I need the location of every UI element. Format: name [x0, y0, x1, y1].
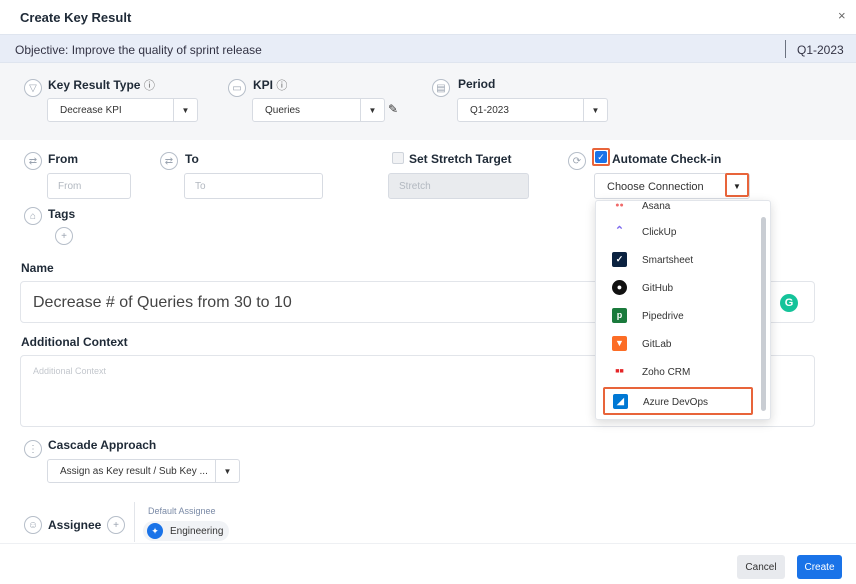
add-assignee-button[interactable]: +: [107, 516, 125, 534]
default-assignee-label: Default Assignee: [148, 506, 216, 516]
context-label: Additional Context: [21, 335, 128, 349]
smartsheet-icon: ✓: [612, 252, 627, 267]
cascade-icon: ⋮: [24, 440, 42, 458]
connection-item-smartsheet[interactable]: ✓ Smartsheet: [596, 247, 764, 273]
automate-label: Automate Check-in: [612, 152, 722, 166]
cancel-button[interactable]: Cancel: [737, 555, 785, 579]
create-button[interactable]: Create: [797, 555, 842, 579]
to-input[interactable]: To: [184, 173, 323, 199]
key-result-type-label: Key Result Type ⓘ: [48, 78, 155, 92]
info-icon: ⓘ: [143, 80, 155, 92]
period-calendar-icon: ▤: [432, 79, 450, 97]
stretch-input: Stretch: [388, 173, 529, 199]
cascade-select[interactable]: Assign as Key result / Sub Key ... ▼: [47, 459, 240, 483]
connection-item-asana[interactable]: ●● Asana: [596, 201, 764, 219]
automate-checkbox[interactable]: ✓: [595, 151, 607, 163]
divider: [785, 40, 786, 58]
connection-item-gitlab[interactable]: ▼ GitLab: [596, 331, 764, 357]
name-label: Name: [21, 261, 54, 275]
clickup-icon: ⌃: [612, 224, 627, 239]
period-label: Period: [458, 77, 496, 91]
assignee-value: Engineering: [170, 526, 224, 537]
azure-devops-icon: ◢: [613, 394, 628, 409]
github-icon: ●: [612, 280, 627, 295]
assignee-chip[interactable]: ✦ Engineering: [143, 521, 229, 541]
pipedrive-icon: p: [612, 308, 627, 323]
objective-quarter: Q1-2023: [797, 43, 844, 57]
dialog-footer: [0, 543, 856, 584]
info-icon: ⓘ: [276, 80, 288, 92]
chevron-down-icon: ▼: [215, 460, 239, 482]
dialog-title: Create Key Result: [20, 10, 132, 25]
objective-label: Objective: Improve the quality of sprint…: [15, 43, 262, 57]
kpi-icon: ▭: [228, 79, 246, 97]
context-placeholder: Additional Context: [33, 366, 107, 376]
key-result-type-icon: ▽: [24, 79, 42, 97]
add-tag-button[interactable]: +: [55, 227, 73, 245]
period-select[interactable]: Q1-2023 ▼: [457, 98, 608, 122]
tag-icon: ⌂: [24, 207, 42, 225]
asana-icon: ●●: [612, 201, 627, 213]
to-label: To: [185, 152, 199, 166]
automate-icon: ⟳: [568, 152, 586, 170]
stretch-checkbox[interactable]: [392, 152, 404, 164]
wrench-icon: ✦: [147, 523, 163, 539]
edit-pencil-icon[interactable]: ✎: [388, 102, 398, 116]
chevron-down-icon: ▼: [360, 99, 384, 121]
connection-item-clickup[interactable]: ⌃ ClickUp: [596, 219, 764, 245]
connection-item-zoho[interactable]: ■■ Zoho CRM: [596, 359, 764, 385]
connection-item-azure-devops[interactable]: ◢ Azure DevOps: [603, 387, 753, 415]
stretch-label: Set Stretch Target: [409, 152, 512, 166]
grammarly-icon[interactable]: G: [780, 294, 798, 312]
close-icon[interactable]: ×: [838, 8, 846, 23]
connection-dropdown: ●● Asana ⌃ ClickUp ✓ Smartsheet ● GitHub…: [595, 200, 771, 420]
objective-bar: Objective: Improve the quality of sprint…: [0, 34, 856, 63]
zoho-icon: ■■: [612, 364, 627, 379]
gitlab-icon: ▼: [612, 336, 627, 351]
chevron-down-icon[interactable]: ▼: [725, 173, 749, 197]
from-input[interactable]: From: [47, 173, 131, 199]
name-value: Decrease # of Queries from 30 to 10: [33, 294, 292, 311]
kpi-select[interactable]: Queries ▼: [252, 98, 385, 122]
to-icon: ⇄: [160, 152, 178, 170]
from-label: From: [48, 152, 78, 166]
dropdown-scrollbar[interactable]: [761, 217, 766, 411]
connection-item-github[interactable]: ● GitHub: [596, 275, 764, 301]
assignee-label: Assignee: [48, 518, 102, 532]
assignee-icon: ☺: [24, 516, 42, 534]
from-icon: ⇄: [24, 152, 42, 170]
kpi-label: KPI ⓘ: [253, 78, 288, 92]
dialog-header: Create Key Result ×: [0, 0, 856, 34]
chevron-down-icon: ▼: [173, 99, 197, 121]
tags-label: Tags: [48, 207, 76, 221]
key-result-type-select[interactable]: Decrease KPI ▼: [47, 98, 198, 122]
chevron-down-icon: ▼: [583, 99, 607, 121]
cascade-label: Cascade Approach: [48, 438, 157, 452]
assignee-divider: [134, 502, 135, 542]
connection-item-pipedrive[interactable]: p Pipedrive: [596, 303, 764, 329]
